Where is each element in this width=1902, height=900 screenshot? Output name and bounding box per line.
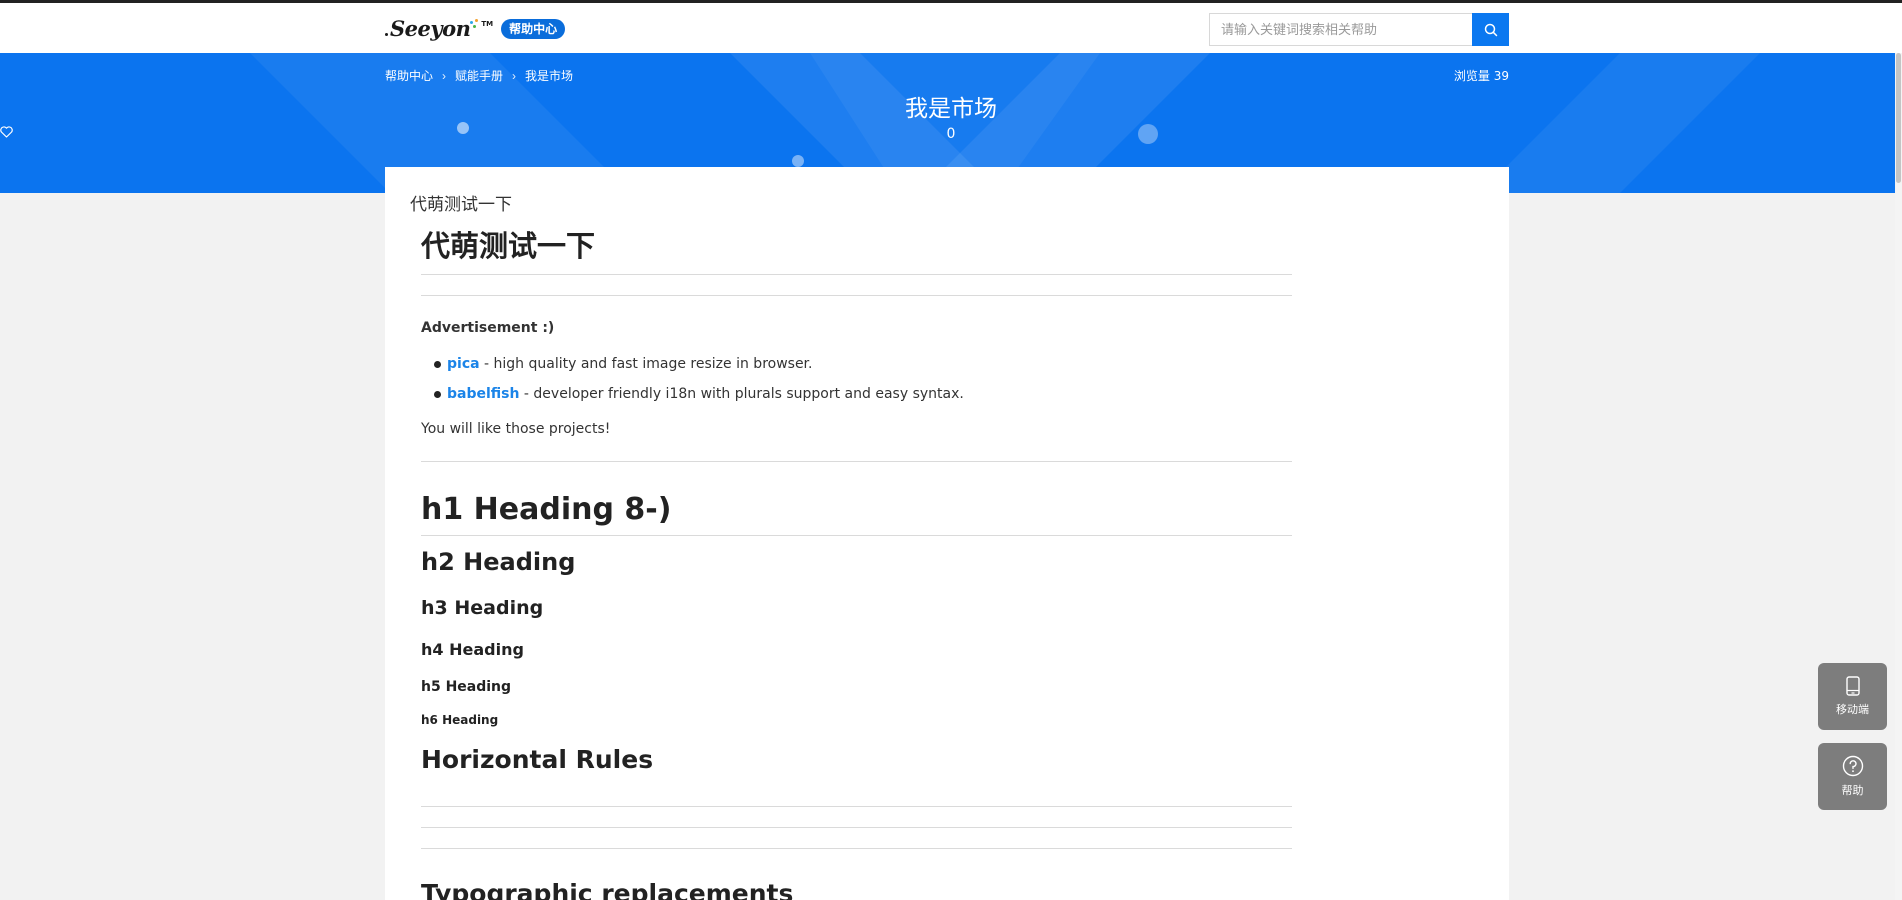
search-button[interactable] (1472, 13, 1509, 46)
help-center-badge: 帮助中心 (501, 18, 566, 39)
h5-heading: h5 Heading (421, 679, 512, 695)
view-count: 浏览量 39 (1453, 69, 1509, 83)
list-item-text: - developer friendly i18n with plurals s… (519, 386, 964, 402)
mobile-phone-icon (1845, 676, 1860, 696)
seeyon-logo[interactable]: Seeyon TM 帮助中心 (385, 16, 566, 41)
logo-text: Seeyon (390, 16, 471, 41)
logo-sparks-icon (470, 18, 480, 39)
paragraph: You will like those projects! (421, 421, 611, 437)
page-title: 我是市场 (905, 96, 997, 122)
mobile-button[interactable]: 移动端 (1818, 663, 1887, 730)
search-icon (1484, 23, 1497, 36)
h1-heading: h1 Heading 8-) (421, 492, 1292, 536)
like-button[interactable]: 0 (0, 126, 1902, 142)
article-title: 代萌测试一下 (410, 195, 512, 215)
h6-heading: h6 Heading (421, 713, 499, 727)
help-button[interactable]: 帮助 (1818, 743, 1887, 810)
pica-link[interactable]: pica (447, 354, 480, 374)
search-input[interactable] (1209, 13, 1472, 46)
like-count: 0 (946, 126, 956, 142)
doc-heading: 代萌测试一下 (421, 223, 1292, 275)
breadcrumb: 帮助中心 › 赋能手册 › 我是市场 (385, 67, 573, 84)
divider (421, 827, 1292, 828)
h4-heading: h4 Heading (421, 640, 524, 659)
typographic-heading: Typographic replacements (421, 879, 794, 900)
search-box (1209, 13, 1509, 46)
article-body: 代萌测试一下 Advertisement :) pica - high qual… (421, 223, 1292, 900)
logo-dot (385, 33, 388, 36)
divider (421, 461, 1292, 462)
breadcrumb-help-center[interactable]: 帮助中心 (385, 67, 433, 84)
list-item: babelfish - developer friendly i18n with… (421, 384, 1292, 404)
heart-icon (0, 126, 13, 138)
question-circle-icon (1842, 755, 1863, 777)
divider (421, 848, 1292, 849)
horizontal-rules-heading: Horizontal Rules (421, 745, 654, 774)
mobile-label: 移动端 (1836, 703, 1869, 716)
babelfish-link[interactable]: babelfish (447, 384, 519, 404)
list-item: pica - high quality and fast image resiz… (421, 354, 1292, 374)
breadcrumb-manual[interactable]: 赋能手册 (455, 67, 503, 84)
chevron-right-icon: › (512, 68, 517, 83)
logo-tm: TM (481, 19, 494, 28)
list-item-text: - high quality and fast image resize in … (479, 356, 813, 372)
h2-heading: h2 Heading (421, 548, 576, 576)
ad-list: pica - high quality and fast image resiz… (421, 354, 1292, 404)
help-label: 帮助 (1841, 784, 1864, 797)
article-card: 代萌测试一下 代萌测试一下 Advertisement :) pica - hi… (385, 167, 1509, 900)
page-scrollbar[interactable] (1895, 53, 1902, 900)
bullet-icon (434, 390, 441, 398)
header: Seeyon TM 帮助中心 (0, 3, 1902, 53)
bullet-icon (434, 360, 441, 368)
divider (421, 806, 1292, 807)
advertisement-label: Advertisement :) (421, 320, 555, 336)
chevron-right-icon: › (442, 68, 447, 83)
h3-heading: h3 Heading (421, 597, 544, 619)
scrollbar-thumb[interactable] (1896, 53, 1901, 183)
divider (421, 295, 1292, 296)
breadcrumb-current[interactable]: 我是市场 (525, 67, 573, 84)
